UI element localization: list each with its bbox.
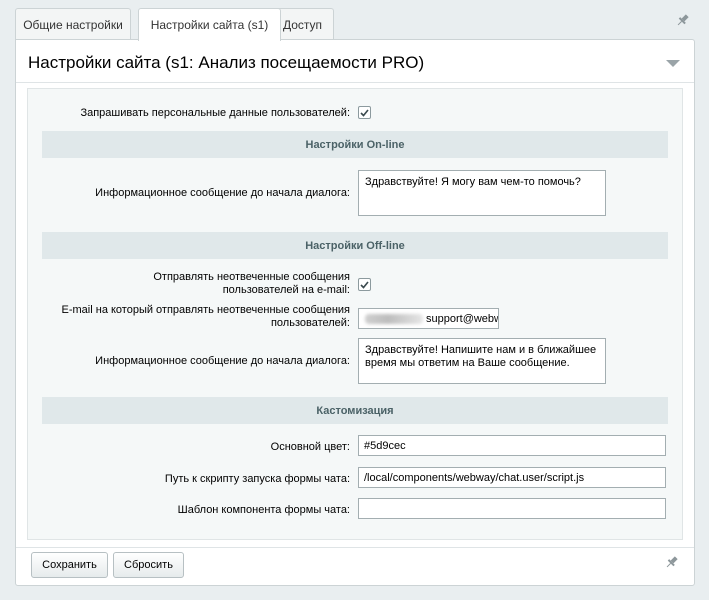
label-line: пользователей: xyxy=(270,317,350,329)
settings-form: Запрашивать персональные данные пользова… xyxy=(27,88,683,540)
template-label: Шаблон компонента формы чата: xyxy=(177,504,350,516)
email-label: E-mail на который отправлять неотвеченны… xyxy=(28,304,350,330)
label-line: Отправлять неотвеченные сообщения xyxy=(153,271,350,283)
tab-label: Доступ xyxy=(282,17,323,32)
redacted-text xyxy=(365,314,423,324)
ask-personal-checkbox[interactable] xyxy=(358,106,371,119)
chevron-down-icon[interactable] xyxy=(666,60,680,67)
script-path-label: Путь к скрипту запуска формы чата: xyxy=(164,473,350,485)
section-header-customization: Кастомизация xyxy=(42,397,668,424)
online-message-label: Информационное сообщение до начала диало… xyxy=(95,187,350,199)
email-value: support@webw xyxy=(426,313,499,325)
email-input[interactable]: support@webw xyxy=(358,308,499,329)
divider xyxy=(16,547,694,548)
save-button[interactable]: Сохранить xyxy=(31,552,108,578)
label-line: E-mail на который отправлять неотвеченны… xyxy=(61,304,350,316)
label-line: пользователей на e-mail: xyxy=(222,284,350,296)
offline-message-textarea[interactable]: Здравствуйте! Напишите нам и в ближайшее… xyxy=(358,338,606,384)
checkmark-icon xyxy=(360,108,369,117)
panel-title: Настройки сайта (s1: Анализ посещаемости… xyxy=(28,53,425,72)
tab-site-settings[interactable]: Настройки сайта (s1) xyxy=(138,8,281,41)
send-unanswered-checkbox[interactable] xyxy=(358,278,371,291)
tab-label: Общие настройки xyxy=(23,17,123,32)
section-header-offline: Настройки Off-line xyxy=(42,232,668,259)
template-input[interactable] xyxy=(358,498,666,519)
reset-button[interactable]: Сбросить xyxy=(113,552,184,578)
online-message-textarea[interactable]: Здравствуйте! Я могу вам чем-то помочь? xyxy=(358,170,606,216)
pin-icon[interactable] xyxy=(665,555,679,569)
main-color-label: Основной цвет: xyxy=(270,441,350,453)
ask-personal-label: Запрашивать персональные данные пользова… xyxy=(80,107,350,119)
tab-general-settings[interactable]: Общие настройки xyxy=(15,8,131,40)
main-color-input[interactable] xyxy=(358,435,666,456)
tab-label: Настройки сайта (s1) xyxy=(150,18,269,32)
divider xyxy=(16,82,694,83)
settings-panel: Настройки сайта (s1: Анализ посещаемости… xyxy=(15,39,695,586)
pin-icon[interactable] xyxy=(676,13,690,27)
section-header-online: Настройки On-line xyxy=(42,131,668,158)
offline-message-label: Информационное сообщение до начала диало… xyxy=(95,355,350,367)
send-unanswered-label: Отправлять неотвеченные сообщения пользо… xyxy=(28,271,350,297)
checkmark-icon xyxy=(360,280,369,289)
script-path-input[interactable] xyxy=(358,467,666,488)
